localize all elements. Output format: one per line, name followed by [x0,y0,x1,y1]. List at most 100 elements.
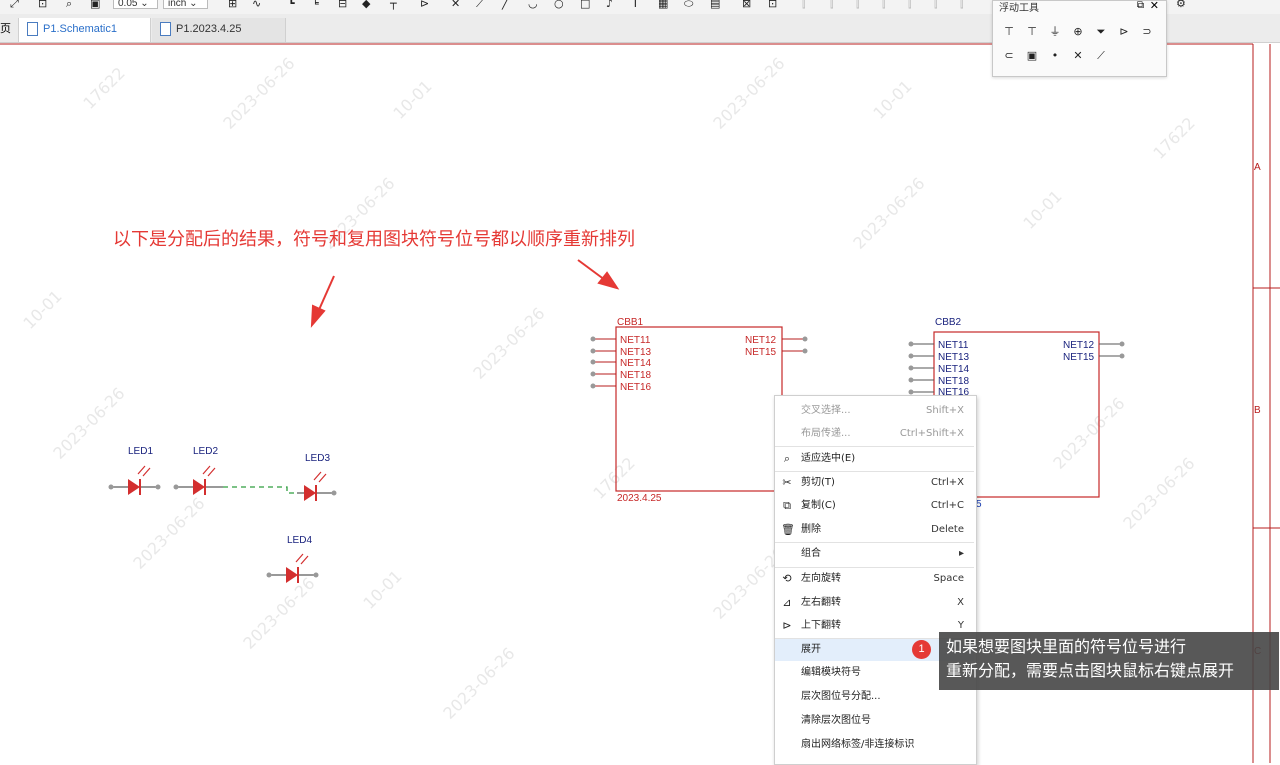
ellipse-icon[interactable]: ⬭ [684,0,693,11]
circle-plus-icon[interactable]: ⊕ [1069,23,1087,41]
arrow-line [577,259,606,281]
menu-item-copy[interactable]: ⧉ 复制(C) Ctrl+C [775,495,974,517]
menu-item-label: 交叉选择... [801,405,851,416]
watermark-group: 17622 2023-06-26 10-01 10-01 2023-06-26 … [19,54,1198,723]
tab-schematic1[interactable]: P1.Schematic1 [18,18,151,42]
watermark-text: 2023-06-26 [1049,394,1128,473]
net-port-in-icon[interactable]: ⊂ [1000,47,1018,65]
align-top-icon[interactable]: ⫿ [882,0,886,11]
text-icon[interactable]: T [632,0,639,10]
menu-item-delete[interactable]: 🗑 删除 Delete [775,519,974,541]
flip-vertical-icon: ⊳ [782,619,792,632]
probe-toolbar-icon[interactable]: ⟋ [476,0,484,11]
pin-dot-icon[interactable]: • [1046,47,1064,65]
align-right-icon[interactable]: ⫿ [856,0,860,11]
menu-item-shortcut: Delete [931,524,964,535]
flip-horizontal-icon: ⊿ [782,596,792,609]
menu-item-group[interactable]: 组合 ▸ [775,543,974,565]
cbb2-title: CBB2 [935,317,962,328]
align-center-icon[interactable]: ⫿ [830,0,834,11]
align-left-icon[interactable]: ⫿ [802,0,806,11]
menu-item-fit-selected[interactable]: ⌕ 适应选中(E) [775,448,974,470]
arc-icon[interactable]: ◡ [528,0,538,10]
callout-line: 如果想要图块里面的符号位号进行 [946,639,1187,656]
zoom-search-icon[interactable]: ⌕ [66,0,72,11]
net-port-icon[interactable]: ⊃ [1138,23,1156,41]
rectangle-icon[interactable]: □ [580,0,590,10]
grid-size-select[interactable]: 0.05 ⌄ [113,0,158,9]
cbb1-net-label: NET12 [745,335,777,346]
settings-gear-icon[interactable]: ⚙ [1176,0,1186,10]
component-icon[interactable]: ⊞ [228,0,237,10]
tab-home[interactable]: 页 [0,18,12,42]
close-icon[interactable]: ✕ [1150,0,1159,12]
circle-icon[interactable]: ○ [554,0,564,10]
insert-image-icon[interactable]: ▦ [658,0,668,10]
menu-item-cross-select[interactable]: 交叉选择... Shift+X [775,400,974,422]
image-icon[interactable]: ▣ [90,0,100,10]
menu-item-layout-transfer[interactable]: 布局传递... Ctrl+Shift+X [775,423,974,445]
menu-item-shortcut: Ctrl+X [930,477,964,488]
fit-view-icon[interactable]: ⤢ [10,0,19,11]
ground-arrow-icon[interactable]: ⏷ [1092,23,1110,41]
no-connect-icon[interactable]: ✕ [1069,47,1087,65]
port-icon[interactable]: ⊳ [420,0,429,10]
layout-transfer-icon[interactable]: ⊡ [768,0,777,10]
restore-icon[interactable]: ⧉ [1137,0,1144,11]
watermark-text: 10-01 [389,77,435,123]
watermark-text: 10-01 [869,77,915,123]
led3-label: LED3 [305,453,330,464]
led4-label: LED4 [287,535,312,546]
cross-probe-icon[interactable]: ⊠ [742,0,751,10]
pin-icon[interactable]: ┗ [288,0,295,10]
pin-dot [155,484,161,490]
menu-item-clear-hierarchy-designator[interactable]: 清除层次图位号 [775,710,974,732]
watermark-text: 2023-06-26 [129,494,208,573]
net-port-out-icon[interactable]: ⊳ [1115,23,1133,41]
menu-item-rotate-left[interactable]: ⟲ 左向旋转 Space [775,568,974,590]
led3-symbol [304,485,316,501]
part-icon[interactable]: ⊟ [338,0,347,10]
pin-dot [802,336,808,342]
menu-item-fanout-net-labels[interactable]: 扇出网络标签/非连接标识 [775,734,974,756]
grid-align-icon[interactable]: ⫿ [960,0,964,11]
distribute-v-icon[interactable]: ⫿ [934,0,938,11]
pin-dot [590,359,596,365]
distribute-icon[interactable]: ⫿ [908,0,912,11]
probe-icon[interactable]: ⟋ [1092,47,1110,65]
pin-dot [590,348,596,354]
menu-item-label: 清除层次图位号 [801,715,871,726]
no-connect-toolbar-icon[interactable]: ✕ [451,0,460,10]
frame-marker-b: B [1254,405,1261,416]
zoom-area-icon[interactable]: ⊡ [38,0,47,10]
net-label-icon[interactable]: ▣ [1023,47,1041,65]
bus-icon[interactable]: ╘ [312,0,319,10]
annotation-text: 以下是分配后的结果，符号和复用图块符号位号都以顺序重新排列 [113,229,635,250]
unit-select[interactable]: inch ⌄ [163,0,208,9]
watermark-text: 10-01 [359,567,405,613]
menu-item-label: 布局传递... [801,428,851,439]
pin-dot [908,377,914,383]
watermark-text: 17622 [79,63,128,112]
power-icon[interactable]: ┬ [390,0,397,10]
tab-2023-4-25[interactable]: P1.2023.4.25 [152,18,286,42]
menu-item-flip-horizontal[interactable]: ⊿ 左右翻转 X [775,592,974,614]
menu-item-cut[interactable]: ✂ 剪切(T) Ctrl+X [775,472,974,494]
frame-markers: A B C [1254,162,1261,657]
wire-icon[interactable]: ∿ [252,0,261,10]
ground-icon[interactable]: ⏚ [1046,23,1064,41]
power-port-icon[interactable]: ⊤ [1023,23,1041,41]
vcc-icon[interactable]: ⊤ [1000,23,1018,41]
floating-tools-panel[interactable]: 浮动工具 ⧉ ✕ ⊤ ⊤ ⏚ ⊕ ⏷ ⊳ ⊃ ⊂ ▣ • ✕ ⟋ [992,0,1167,77]
pin-dot [908,389,914,395]
menu-item-label: 剪切(T) [801,477,835,488]
net-flag-icon[interactable]: ◆ [362,0,370,10]
polyline-icon[interactable]: ♪ [606,0,613,10]
rotate-icon: ⟲ [782,572,792,585]
table-icon[interactable]: ▤ [710,0,720,10]
pin-dot [908,341,914,347]
cbb1-net-label: NET13 [620,347,652,358]
line-icon[interactable]: ╱ [502,0,509,10]
cbb1-title: CBB1 [617,317,644,328]
watermark-text: 2023-06-26 [219,54,298,133]
